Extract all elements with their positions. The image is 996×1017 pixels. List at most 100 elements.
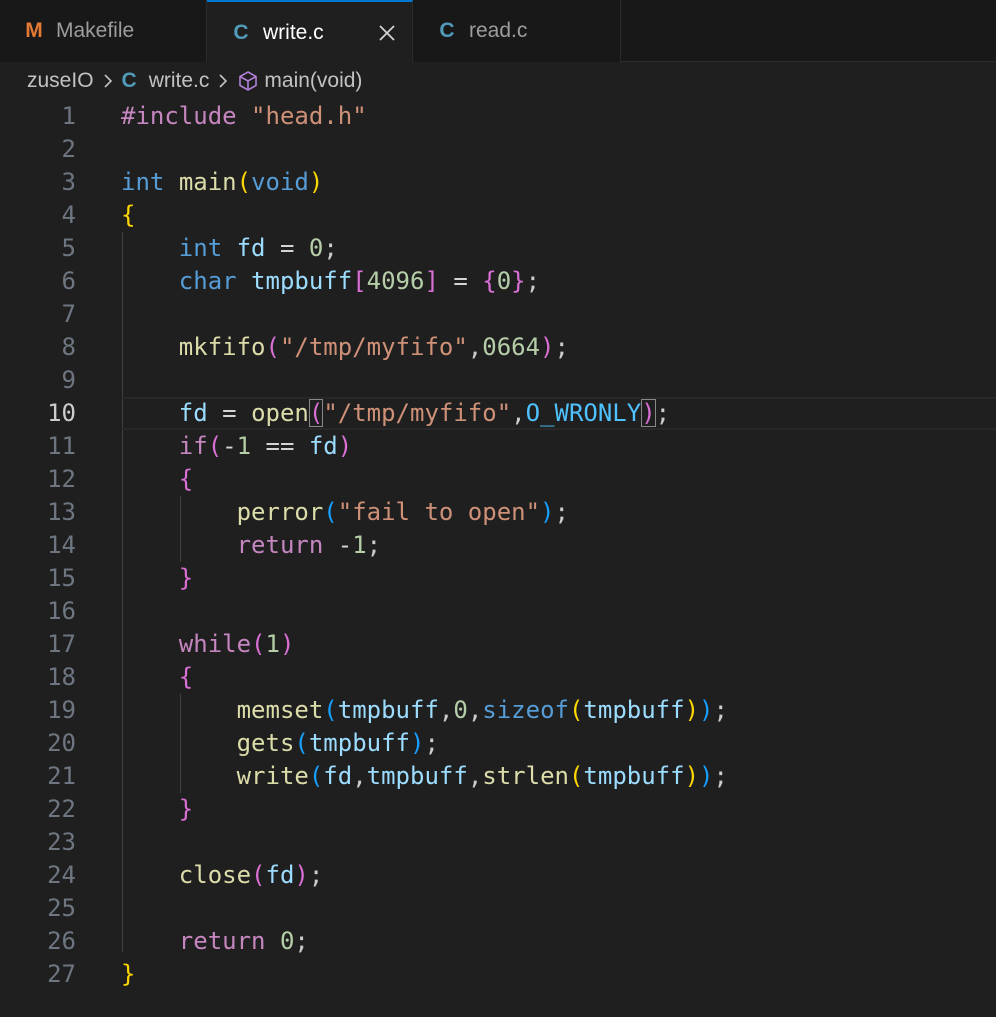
code-token: ) — [684, 762, 700, 790]
close-icon[interactable] — [374, 20, 400, 46]
code-token: } — [121, 960, 136, 988]
code-line[interactable]: 14 return -1; — [0, 529, 996, 562]
line-number: 19 — [47, 696, 76, 724]
code-token: ( — [251, 630, 266, 658]
code-editor[interactable]: 1 #include "head.h" 2 3 int main(void) 4{5 in… — [0, 100, 996, 1017]
line-number: 3 — [61, 168, 76, 196]
code-line[interactable]: 17 while(1) — [0, 628, 996, 661]
code-token: ( — [323, 696, 338, 724]
code-line[interactable]: 13 perror("fail to open"); — [0, 496, 996, 529]
breadcrumb-file[interactable]: C write.c — [122, 69, 210, 93]
code-token: ; — [366, 531, 382, 559]
code-line[interactable]: 6 char tmpbuff[4096] = {0}; — [0, 265, 996, 298]
breadcrumb: zuseIO C write.c main(void) — [0, 63, 996, 99]
code-token: ) — [279, 630, 295, 658]
code-token: ) — [410, 729, 425, 757]
code-line[interactable]: 1 #include "head.h" — [0, 100, 996, 133]
code-line[interactable]: 16 — [0, 595, 996, 628]
code-token: ; — [713, 696, 728, 724]
line-number: 27 — [47, 960, 76, 988]
breadcrumb-symbol[interactable]: main(void) — [237, 69, 362, 93]
code-token: "/tmp/myfifo" — [323, 399, 512, 427]
code-line[interactable]: 8 mkfifo("/tmp/myfifo",0664); — [0, 331, 996, 364]
code-token: fd — [178, 399, 208, 427]
line-number: 10 — [47, 399, 76, 427]
code-text: int fd = 0; — [121, 232, 338, 265]
code-line[interactable]: 22 } — [0, 793, 996, 826]
tab-write-c[interactable]: C write.c — [207, 0, 413, 63]
code-line[interactable]: 4{ — [0, 199, 996, 232]
line-number: 23 — [47, 828, 76, 856]
code-token: ; — [713, 762, 728, 790]
code-token: tmpbuff — [337, 696, 439, 724]
code-token: int — [121, 168, 165, 196]
code-line[interactable]: 7 — [0, 298, 996, 331]
tab-bar: M Makefile C write.c C read.c — [0, 0, 996, 63]
code-token: ( — [236, 168, 252, 196]
code-token: void — [251, 168, 309, 196]
code-text: mkfifo("/tmp/myfifo",0664); — [121, 331, 569, 364]
code-token: = — [438, 267, 483, 295]
tab-read-c[interactable]: C read.c — [413, 0, 621, 62]
code-line[interactable]: 26 return 0; — [0, 925, 996, 958]
tab-makefile[interactable]: M Makefile — [0, 0, 207, 62]
code-text: close(fd); — [121, 859, 324, 892]
code-token: [ — [352, 267, 367, 295]
code-line[interactable]: 9 — [0, 364, 996, 397]
code-token: ] — [424, 267, 439, 295]
line-number: 2 — [61, 135, 76, 163]
code-token: , — [438, 696, 454, 724]
code-line[interactable]: 18 { — [0, 661, 996, 694]
code-line[interactable]: 12 { — [0, 463, 996, 496]
code-token: while — [178, 630, 252, 658]
code-line[interactable]: 27} — [0, 958, 996, 991]
code-token: return — [236, 531, 324, 559]
code-line[interactable]: 5 int fd = 0; — [0, 232, 996, 265]
chevron-right-icon — [217, 72, 229, 90]
line-number: 13 — [47, 498, 76, 526]
code-line[interactable]: 10 fd = open("/tmp/myfifo",O_WRONLY); — [0, 397, 996, 430]
code-line[interactable]: 21 write(fd,tmpbuff,strlen(tmpbuff)); — [0, 760, 996, 793]
code-token: tmpbuff — [251, 267, 353, 295]
code-line[interactable]: 24 close(fd); — [0, 859, 996, 892]
code-line[interactable]: 25 — [0, 892, 996, 925]
code-line[interactable]: 2 — [0, 133, 996, 166]
code-token: ) — [699, 696, 714, 724]
code-token: perror — [236, 498, 324, 526]
code-line[interactable]: 20 gets(tmpbuff); — [0, 727, 996, 760]
method-cube-icon — [237, 70, 259, 92]
code-text: char tmpbuff[4096] = {0}; — [121, 265, 540, 298]
code-text: { — [121, 661, 193, 694]
code-token: tmpbuff — [583, 696, 685, 724]
code-token: write — [236, 762, 309, 790]
code-token: == — [251, 432, 309, 460]
code-line[interactable]: 15 } — [0, 562, 996, 595]
code-line[interactable]: 11 if(-1 == fd) — [0, 430, 996, 463]
code-line[interactable]: 3 int main(void) — [0, 166, 996, 199]
breadcrumb-file-label: write.c — [148, 69, 210, 92]
code-token: } — [178, 564, 194, 592]
code-line[interactable]: 23 — [0, 826, 996, 859]
code-token: } — [178, 795, 194, 823]
code-token: ) — [337, 432, 353, 460]
code-line[interactable]: 19 memset(tmpbuff,0,sizeof(tmpbuff)); — [0, 694, 996, 727]
code-token: #include — [121, 102, 252, 130]
line-number: 20 — [47, 729, 76, 757]
code-token: return — [178, 927, 266, 955]
code-token: , — [467, 696, 483, 724]
code-token: , — [511, 399, 526, 427]
code-token: 0 — [308, 234, 324, 262]
code-token: 0 — [279, 927, 295, 955]
tab-label: write.c — [263, 20, 324, 44]
line-number: 14 — [47, 531, 76, 559]
code-text: int main(void) — [121, 166, 323, 199]
code-token: { — [178, 663, 194, 691]
breadcrumb-folder[interactable]: zuseIO — [27, 69, 94, 93]
code-text: while(1) — [121, 628, 295, 661]
